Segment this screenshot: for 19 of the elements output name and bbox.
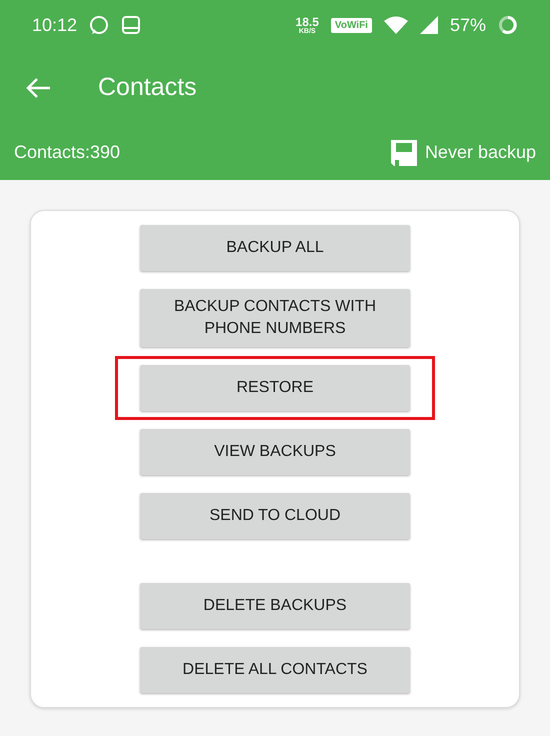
action-button[interactable]: BACKUP CONTACTS WITH PHONE NUMBERS: [140, 289, 410, 347]
action-button[interactable]: SEND TO CLOUD: [140, 493, 410, 539]
battery-ring-icon: [498, 15, 518, 35]
chat-icon: [89, 15, 110, 35]
backup-status: Never backup: [424, 141, 536, 164]
speed-value: 18.5: [296, 16, 319, 28]
storage-icon: [121, 15, 142, 35]
clock: 10:12: [32, 14, 78, 36]
contacts-count: Contacts:390: [14, 141, 120, 164]
action-button[interactable]: BACKUP ALL: [140, 225, 410, 271]
battery-percent: 57%: [450, 14, 486, 36]
action-button[interactable]: RESTORE: [140, 365, 410, 411]
action-button[interactable]: DELETE ALL CONTACTS: [140, 647, 410, 693]
wifi-icon: [384, 16, 408, 34]
vowifi-badge: VoWiFi: [330, 18, 372, 32]
action-button[interactable]: VIEW BACKUPS: [140, 429, 410, 475]
screen-title: Contacts: [98, 72, 197, 103]
signal-icon: [420, 16, 438, 34]
action-button[interactable]: DELETE BACKUPS: [140, 583, 410, 629]
